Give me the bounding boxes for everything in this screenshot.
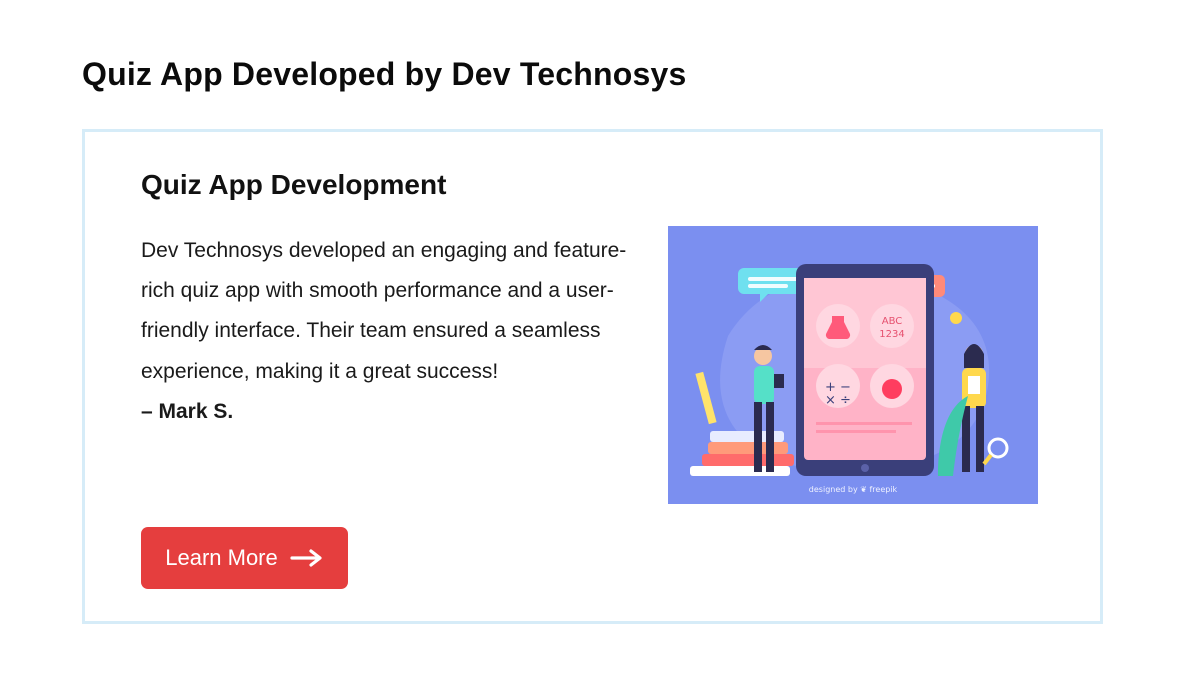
testimonial-author: – Mark S. bbox=[141, 399, 234, 423]
svg-text:× ÷: × ÷ bbox=[825, 393, 851, 408]
tile-text-bottom: 1234 bbox=[879, 329, 904, 340]
card-body: Dev Technosys developed an engaging and … bbox=[141, 231, 641, 432]
tablet-icon: ABC 1234 + − × ÷ bbox=[796, 264, 934, 476]
card-title: Quiz App Development bbox=[141, 169, 447, 200]
arrow-right-icon bbox=[290, 549, 322, 567]
quiz-app-illustration: ABC 1234 + − × ÷ designed by ❦ freepik bbox=[668, 226, 1038, 504]
lightbulb-icon bbox=[950, 312, 962, 324]
testimonial-card: Quiz App Development Dev Technosys devel… bbox=[82, 129, 1103, 624]
learn-more-button[interactable]: Learn More bbox=[141, 527, 348, 589]
page-title: Quiz App Developed by Dev Technosys bbox=[82, 56, 687, 92]
tile-text-top: ABC bbox=[882, 316, 903, 327]
testimonial-text: Dev Technosys developed an engaging and … bbox=[141, 239, 627, 383]
learn-more-label: Learn More bbox=[165, 545, 278, 570]
image-credit: designed by ❦ freepik bbox=[808, 485, 898, 494]
